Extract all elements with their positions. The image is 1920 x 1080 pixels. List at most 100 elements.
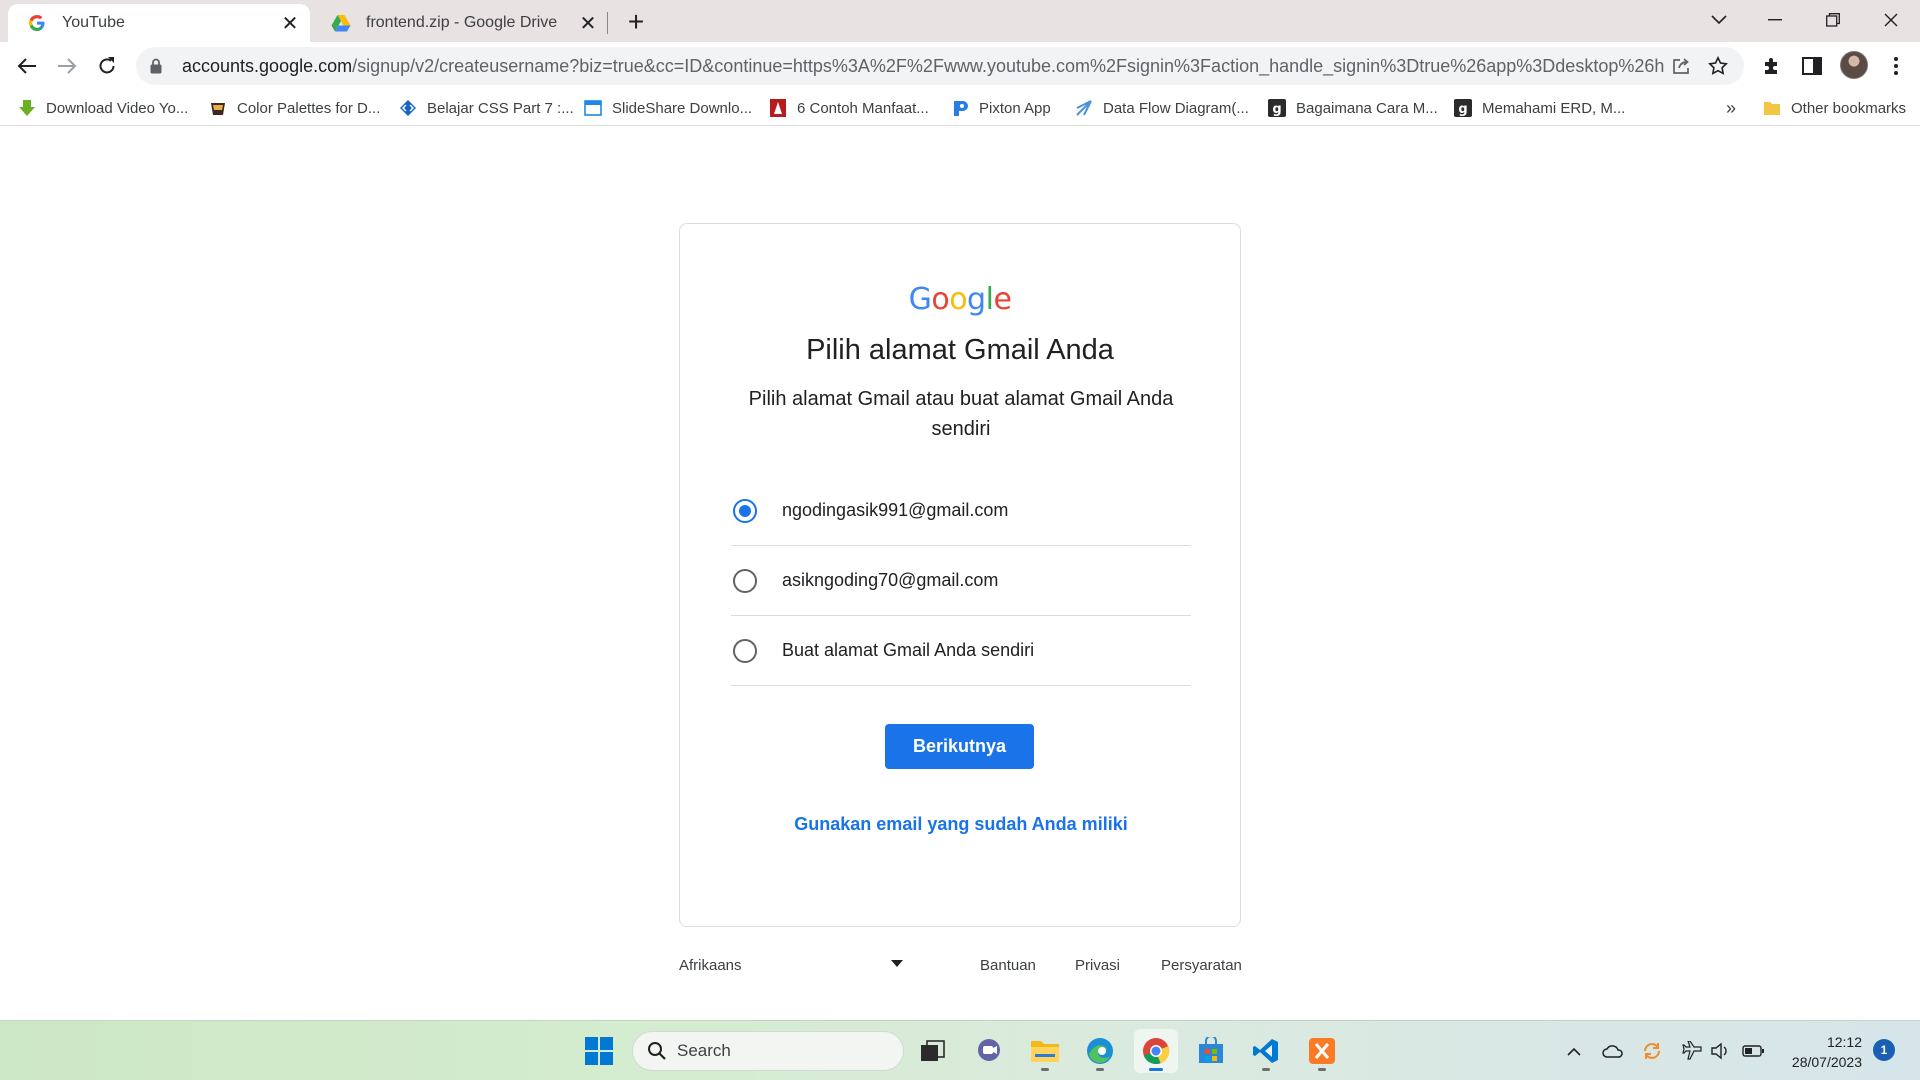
g-square-icon: g bbox=[1454, 99, 1472, 117]
option-label: Buat alamat Gmail Anda sendiri bbox=[782, 640, 1035, 660]
url-path: /signup/v2/createusername?biz=true&cc=ID… bbox=[352, 55, 1664, 76]
search-icon bbox=[647, 1041, 667, 1061]
bookmark-item[interactable]: Data Flow Diagram(... bbox=[1075, 95, 1249, 121]
xampp-icon[interactable] bbox=[1300, 1029, 1344, 1073]
file-explorer-icon[interactable] bbox=[1023, 1029, 1067, 1073]
tab-search-chevron-icon[interactable] bbox=[1690, 0, 1748, 40]
radio-button[interactable] bbox=[733, 498, 757, 523]
bookmark-label: Download Video Yo... bbox=[46, 99, 189, 117]
terms-link[interactable]: Persyaratan bbox=[1161, 950, 1242, 980]
svg-text:g: g bbox=[1272, 102, 1281, 117]
other-bookmarks-label: Other bookmarks bbox=[1791, 99, 1907, 117]
onedrive-cloud-icon[interactable] bbox=[1601, 1039, 1625, 1063]
bookmark-item[interactable]: SlideShare Downlo... bbox=[584, 95, 752, 121]
use-existing-email-link[interactable]: Gunakan email yang sudah Anda miliki bbox=[680, 814, 1242, 835]
tab-close-icon[interactable]: ✕ bbox=[574, 9, 602, 37]
tab-close-icon[interactable]: ✕ bbox=[276, 9, 304, 37]
reload-button[interactable] bbox=[91, 50, 123, 82]
email-option[interactable]: Buat alamat Gmail Anda sendiri bbox=[731, 616, 1191, 686]
bookmark-item[interactable]: Pixton App bbox=[951, 95, 1051, 121]
radio-button[interactable] bbox=[733, 568, 757, 593]
task-view-icon[interactable] bbox=[911, 1029, 955, 1073]
tab-youtube[interactable]: YouTube ✕ bbox=[8, 4, 310, 42]
g-square-icon: g bbox=[1268, 99, 1286, 117]
tab-title: YouTube bbox=[62, 14, 125, 31]
sync-update-icon[interactable] bbox=[1640, 1039, 1664, 1063]
browser-toolbar: accounts.google.com/signup/v2/createuser… bbox=[0, 42, 1920, 90]
diagram-icon bbox=[1075, 99, 1093, 117]
tab-google-drive[interactable]: frontend.zip - Google Drive ✕ bbox=[312, 4, 608, 42]
radio-button[interactable] bbox=[733, 638, 757, 663]
notification-badge[interactable]: 1 bbox=[1873, 1039, 1895, 1061]
windows-start-icon[interactable] bbox=[577, 1029, 621, 1073]
language-select[interactable]: Afrikaans bbox=[679, 950, 903, 980]
download-arrow-icon bbox=[18, 99, 36, 117]
restore-button[interactable] bbox=[1804, 0, 1862, 40]
page-subtitle: Pilih alamat Gmail atau buat alamat Gmai… bbox=[748, 388, 1174, 440]
url-text: accounts.google.com/signup/v2/createuser… bbox=[182, 56, 1664, 77]
microsoft-store-icon[interactable] bbox=[1189, 1029, 1233, 1073]
slideshare-icon bbox=[584, 99, 602, 117]
share-icon[interactable] bbox=[1664, 51, 1700, 81]
folder-icon bbox=[1763, 99, 1781, 117]
help-link[interactable]: Bantuan bbox=[980, 950, 1036, 980]
page-footer: Afrikaans Bantuan Privasi Persyaratan bbox=[679, 950, 1242, 980]
bookmarks-overflow-button[interactable]: » bbox=[1720, 95, 1742, 121]
logo-letter: G bbox=[908, 282, 932, 317]
running-indicator bbox=[1096, 1068, 1104, 1071]
search-label: Search bbox=[677, 1041, 731, 1060]
lock-icon[interactable] bbox=[150, 58, 166, 74]
system-clock[interactable]: 12:12 28/07/2023 bbox=[1776, 1032, 1862, 1072]
bookmark-label: 6 Contoh Manfaat... bbox=[797, 99, 929, 117]
svg-text:g: g bbox=[1458, 102, 1467, 117]
tab-strip: YouTube ✕ frontend.zip - Google Drive ✕ … bbox=[0, 0, 1920, 42]
bookmark-item[interactable]: Color Palettes for D... bbox=[209, 95, 380, 121]
next-button[interactable]: Berikutnya bbox=[885, 724, 1034, 769]
bookmark-label: Bagaimana Cara M... bbox=[1296, 99, 1438, 117]
teams-chat-icon[interactable] bbox=[967, 1029, 1011, 1073]
google-logo: Google bbox=[680, 282, 1240, 317]
chrome-icon[interactable] bbox=[1134, 1029, 1178, 1073]
signup-card: Google Pilih alamat Gmail Anda Pilih ala… bbox=[679, 223, 1241, 927]
page-title: Pilih alamat Gmail Anda bbox=[806, 334, 1114, 366]
bookmark-item[interactable]: g Bagaimana Cara M... bbox=[1268, 95, 1438, 121]
email-options: ngodingasik991@gmail.com asikngoding70@g… bbox=[731, 476, 1191, 686]
taskbar-search[interactable]: Search bbox=[632, 1031, 904, 1071]
edge-browser-icon[interactable] bbox=[1078, 1029, 1122, 1073]
vscode-icon[interactable] bbox=[1244, 1029, 1288, 1073]
other-bookmarks[interactable]: Other bookmarks bbox=[1763, 95, 1906, 121]
running-indicator bbox=[1318, 1068, 1326, 1071]
bookmark-item[interactable]: Belajar CSS Part 7 :... bbox=[399, 95, 574, 121]
new-tab-button[interactable]: + bbox=[620, 6, 652, 38]
tab-title: frontend.zip - Google Drive bbox=[366, 14, 558, 31]
show-hidden-icons-chevron-icon[interactable] bbox=[1562, 1039, 1586, 1063]
email-option[interactable]: ngodingasik991@gmail.com bbox=[731, 476, 1191, 546]
privacy-link[interactable]: Privasi bbox=[1075, 950, 1120, 980]
profile-avatar[interactable] bbox=[1840, 51, 1868, 79]
minimize-button[interactable] bbox=[1746, 0, 1804, 40]
bookmark-item[interactable]: Download Video Yo... bbox=[18, 95, 188, 121]
language-label: Afrikaans bbox=[679, 956, 742, 974]
bookmark-item[interactable]: g Memahami ERD, M... bbox=[1454, 95, 1625, 121]
close-window-button[interactable] bbox=[1862, 0, 1920, 40]
address-bar[interactable]: accounts.google.com/signup/v2/createuser… bbox=[136, 47, 1744, 85]
bookmark-item[interactable]: 6 Contoh Manfaat... bbox=[769, 95, 929, 121]
email-option[interactable]: asikngoding70@gmail.com bbox=[731, 546, 1191, 616]
back-button[interactable] bbox=[11, 50, 43, 82]
dropdown-arrow-icon bbox=[891, 960, 903, 967]
chrome-menu-icon[interactable] bbox=[1880, 50, 1912, 82]
google-drive-icon bbox=[330, 12, 352, 34]
clock-date: 28/07/2023 bbox=[1791, 1054, 1862, 1070]
side-panel-icon[interactable] bbox=[1796, 50, 1828, 82]
extensions-icon[interactable] bbox=[1756, 50, 1788, 82]
bookmark-label: SlideShare Downlo... bbox=[612, 99, 753, 117]
logo-letter: e bbox=[993, 282, 1012, 317]
bookmarks-bar: Download Video Yo... Color Palettes for … bbox=[0, 90, 1920, 126]
forward-button[interactable] bbox=[51, 50, 83, 82]
logo-letter: g bbox=[967, 282, 986, 317]
tab-separator bbox=[607, 12, 608, 34]
airplane-mode-icon[interactable] bbox=[1680, 1039, 1704, 1063]
battery-icon[interactable] bbox=[1741, 1039, 1765, 1063]
volume-icon[interactable] bbox=[1708, 1039, 1732, 1063]
bookmark-star-icon[interactable] bbox=[1700, 51, 1736, 81]
